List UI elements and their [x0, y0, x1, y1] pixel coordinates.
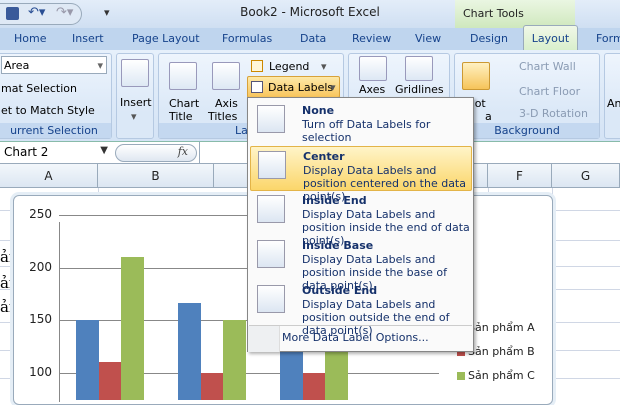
tab-home[interactable]: Home	[14, 32, 46, 45]
plot-area-button-line2[interactable]: a	[485, 110, 492, 123]
group-analysis: Ana	[604, 53, 620, 139]
3d-rotation-button[interactable]: 3-D Rotation	[519, 107, 588, 120]
data-label-center-icon	[258, 151, 286, 179]
format-selection-button[interactable]: mat Selection	[1, 82, 77, 95]
chart-title-icon	[169, 62, 197, 90]
menu-gutter	[248, 326, 280, 352]
column-header-a[interactable]: A	[0, 164, 98, 188]
axes-button[interactable]: Axes	[359, 83, 385, 96]
tab-format[interactable]: Form	[596, 32, 620, 45]
chart-floor-button[interactable]: Chart Floor	[519, 85, 580, 98]
axis-titles-button-line2[interactable]: Titles	[208, 110, 237, 123]
menu-item-title: Inside End	[302, 194, 367, 207]
legend-button[interactable]: Legend	[269, 60, 309, 73]
group-label: Background	[455, 123, 599, 138]
tab-layout[interactable]: Layout	[523, 25, 578, 50]
axis-titles-icon	[212, 62, 240, 90]
menu-item-outside-end[interactable]: Outside End Display Data Labels and posi…	[250, 281, 472, 337]
more-data-label-options[interactable]: More Data Label Options...	[282, 331, 429, 344]
chevron-down-icon: ▾	[321, 60, 327, 73]
gridlines-icon	[405, 56, 433, 81]
plot-area-icon	[462, 62, 490, 90]
data-labels-label: Data Labels	[268, 81, 334, 94]
group-insert: Insert ▾	[116, 53, 154, 139]
tab-design[interactable]: Design	[470, 32, 508, 45]
ribbon-tabs: Home Insert Page Layout Formulas Data Re…	[0, 25, 620, 50]
menu-item-title: None	[302, 104, 335, 117]
dropdown-value: Area	[4, 59, 30, 72]
chart-title-button-line2[interactable]: Title	[169, 110, 193, 123]
chart-tools-label: Chart Tools	[455, 0, 575, 28]
data-label-inside-base-icon	[257, 240, 285, 268]
divider	[199, 142, 200, 164]
group-current-selection: Area ▾ mat Selection et to Match Style ur…	[0, 53, 112, 139]
insert-function-button[interactable]: fx	[115, 144, 197, 162]
column-header-g[interactable]: G	[552, 164, 620, 188]
menu-separator	[249, 325, 472, 326]
group-background: Plot a Chart Wall Chart Floor 3-D Rotati…	[454, 53, 600, 139]
insert-icon[interactable]	[121, 59, 149, 87]
legend-icon	[251, 60, 263, 72]
data-labels-menu: None Turn off Data Labels for selection …	[247, 97, 474, 352]
menu-item-center[interactable]: Center Display Data Labels and position …	[250, 146, 472, 203]
chevron-down-icon: ▾	[330, 81, 336, 94]
tab-view[interactable]: View	[415, 32, 441, 45]
axis-titles-button[interactable]: Axis	[215, 97, 238, 110]
name-box[interactable]: Chart 2 ▼	[0, 144, 112, 162]
title-bar: ↶▾ ↷▾ ▾ Book2 - Microsoft Excel Chart To…	[0, 0, 620, 28]
menu-item-inside-end[interactable]: Inside End Display Data Labels and posit…	[250, 191, 472, 247]
name-box-value: Chart 2	[4, 145, 49, 159]
menu-item-inside-base[interactable]: Inside Base Display Data Labels and posi…	[250, 236, 472, 292]
chart-title-button[interactable]: Chart	[169, 97, 199, 110]
group-label: urrent Selection	[0, 123, 111, 138]
menu-item-title: Outside End	[302, 284, 378, 297]
menu-item-description: Turn off Data Labels for selection	[302, 118, 431, 144]
gridlines-button[interactable]: Gridlines	[395, 83, 444, 96]
data-label-none-icon	[257, 105, 285, 133]
menu-item-none[interactable]: None Turn off Data Labels for selection	[250, 101, 472, 146]
analysis-button[interactable]: Ana	[607, 97, 620, 110]
tab-page-layout[interactable]: Page Layout	[132, 32, 200, 45]
axes-icon	[359, 56, 387, 81]
tab-data[interactable]: Data	[300, 32, 326, 45]
column-header-f[interactable]: F	[488, 164, 552, 188]
chart-wall-button[interactable]: Chart Wall	[519, 60, 576, 73]
data-labels-icon	[251, 81, 263, 93]
tab-formulas[interactable]: Formulas	[222, 32, 272, 45]
chevron-down-icon: ▾	[97, 59, 103, 72]
chevron-down-icon: ▾	[131, 110, 137, 123]
reset-style-button[interactable]: et to Match Style	[1, 104, 95, 117]
data-label-outside-end-icon	[257, 285, 285, 313]
tab-insert[interactable]: Insert	[72, 32, 104, 45]
menu-item-title: Inside Base	[302, 239, 374, 252]
chart-elements-dropdown[interactable]: Area ▾	[1, 56, 107, 74]
chevron-down-icon: ▼	[100, 145, 108, 156]
tab-review[interactable]: Review	[352, 32, 391, 45]
insert-button[interactable]: Insert	[120, 96, 152, 109]
data-label-inside-end-icon	[257, 195, 285, 223]
data-labels-button[interactable]: Data Labels ▾	[247, 76, 340, 98]
menu-item-title: Center	[303, 150, 345, 163]
column-header-b[interactable]: B	[98, 164, 214, 188]
